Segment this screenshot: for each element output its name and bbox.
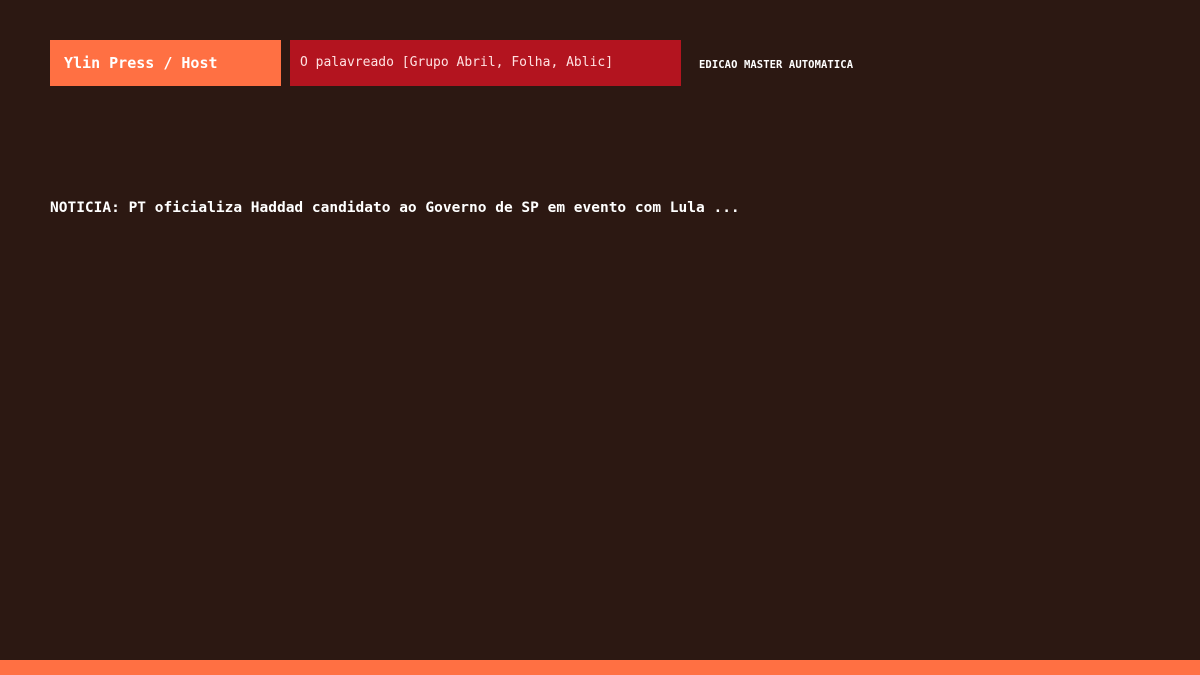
brand-button[interactable]: Ylin Press / Host: [50, 40, 281, 86]
search-input[interactable]: [290, 40, 681, 86]
news-headline: NOTICIA: PT oficializa Haddad candidato …: [50, 200, 740, 216]
bottom-accent-bar: [0, 660, 1200, 675]
edition-label: EDICAO MASTER AUTOMATICA: [699, 59, 854, 71]
